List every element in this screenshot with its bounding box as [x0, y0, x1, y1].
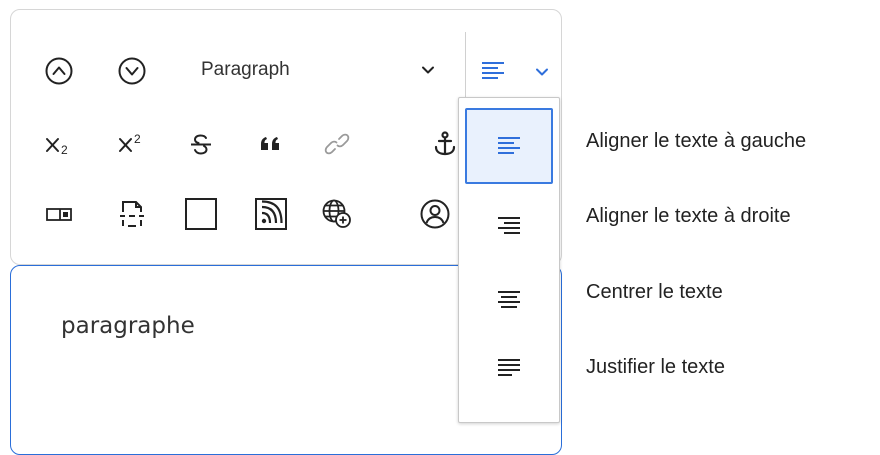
toggle-block-button[interactable] [37, 192, 81, 236]
alignment-dropdown-button[interactable] [471, 50, 563, 94]
page-break-icon [120, 201, 144, 227]
quote-icon [261, 137, 279, 150]
heading-select[interactable]: Paragraph [189, 48, 457, 92]
toolbar-separator [465, 32, 466, 106]
page-break-button[interactable] [110, 192, 154, 236]
strikethrough-icon [191, 134, 211, 155]
align-center-icon [498, 291, 520, 308]
square-icon [185, 198, 217, 230]
subscript-icon: 2 [46, 138, 68, 157]
align-justify-label: Justifier le texte [586, 356, 725, 378]
svg-text:2: 2 [61, 143, 68, 157]
heading-select-value: Paragraph [201, 59, 290, 80]
align-left-icon [498, 137, 520, 154]
align-justify-icon [498, 359, 520, 376]
align-left-option[interactable] [465, 108, 553, 184]
chevron-down-icon [536, 68, 548, 76]
align-left-label: Aligner le texte à gauche [586, 130, 807, 152]
superscript-button[interactable]: 2 [110, 122, 154, 166]
link-button[interactable] [315, 122, 359, 166]
globe-add-icon [322, 199, 351, 228]
user-circle-icon [420, 199, 450, 229]
align-right-option[interactable] [465, 188, 553, 264]
align-center-option[interactable] [465, 262, 553, 338]
align-right-icon [498, 217, 520, 234]
alignment-dropdown-menu [458, 97, 560, 423]
blockquote-button[interactable] [249, 122, 293, 166]
heading-down-button[interactable] [110, 49, 154, 93]
toggle-icon [46, 208, 72, 221]
chevron-up-circle-icon [45, 57, 73, 85]
rss-icon [255, 198, 287, 230]
profile-button[interactable] [413, 192, 457, 236]
subscript-button[interactable]: 2 [37, 122, 81, 166]
align-left-icon [482, 62, 504, 79]
editor-paragraph[interactable]: paragraphe [61, 313, 195, 339]
box-button[interactable] [179, 192, 223, 236]
rss-button[interactable] [249, 192, 293, 236]
heading-up-button[interactable] [37, 49, 81, 93]
align-justify-option[interactable] [465, 330, 553, 406]
chevron-down-icon [422, 66, 434, 74]
anchor-icon [434, 131, 456, 156]
align-right-label: Aligner le texte à droite [586, 205, 791, 227]
superscript-icon: 2 [119, 132, 141, 152]
chevron-down-circle-icon [118, 57, 146, 85]
align-center-label: Centrer le texte [586, 281, 723, 303]
link-icon [324, 133, 350, 155]
strikethrough-button[interactable] [179, 122, 223, 166]
svg-text:2: 2 [134, 132, 141, 146]
insert-web-button[interactable] [315, 192, 359, 236]
